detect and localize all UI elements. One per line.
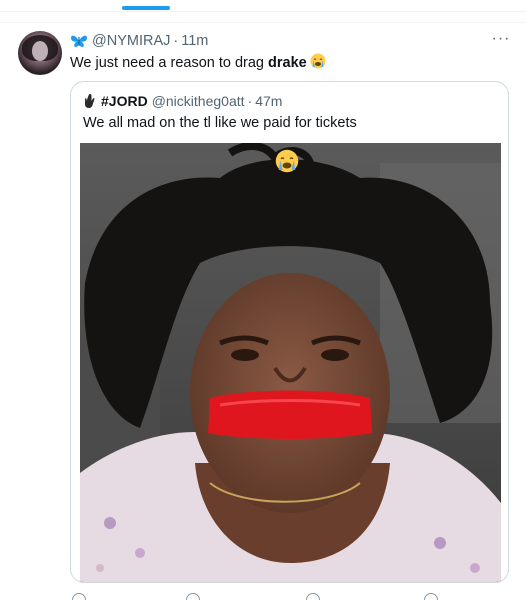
tweet-handle[interactable]: @NYMIRAJ xyxy=(92,33,170,49)
quote-time[interactable]: 47m xyxy=(255,93,282,109)
top-tab-bar xyxy=(0,0,526,12)
avatar-face xyxy=(32,41,48,61)
more-icon[interactable]: ··· xyxy=(490,31,512,51)
active-tab-indicator xyxy=(122,6,170,10)
tweet-header: @NYMIRAJ · 11m xyxy=(70,31,208,51)
share-icon[interactable] xyxy=(424,593,438,600)
retweet-icon[interactable] xyxy=(186,593,200,600)
reply-icon[interactable] xyxy=(72,593,86,600)
tweet-text-bold: drake xyxy=(268,55,307,71)
tweet-text-body: We just need a reason to drag xyxy=(70,55,269,71)
avatar[interactable] xyxy=(18,31,62,75)
quote-author-handle[interactable]: @nickitheg0att xyxy=(152,93,245,109)
quoted-tweet[interactable]: #JORD @nickitheg0att · 47m We all mad on… xyxy=(70,81,509,583)
quote-header: #JORD @nickitheg0att · 47m xyxy=(83,91,282,111)
like-icon[interactable] xyxy=(306,593,320,600)
hand-icon xyxy=(85,94,95,108)
media-illustration xyxy=(80,143,501,582)
header-separator: · xyxy=(173,33,179,49)
tweet[interactable]: @NYMIRAJ · 11m ··· We just need a reason… xyxy=(0,22,526,600)
quote-separator: · xyxy=(247,93,253,109)
quote-media-image[interactable] xyxy=(80,143,501,582)
media-crying-emoji-icon xyxy=(275,149,299,173)
crying-emoji-icon xyxy=(310,53,326,69)
tweet-time[interactable]: 11m xyxy=(181,33,208,49)
quote-author-name[interactable]: #JORD xyxy=(101,93,148,109)
tweet-actions xyxy=(70,593,470,600)
butterfly-icon xyxy=(71,35,87,47)
tweet-text: We just need a reason to drag drake xyxy=(70,53,326,73)
quote-text: We all mad on the tl like we paid for ti… xyxy=(83,115,357,131)
